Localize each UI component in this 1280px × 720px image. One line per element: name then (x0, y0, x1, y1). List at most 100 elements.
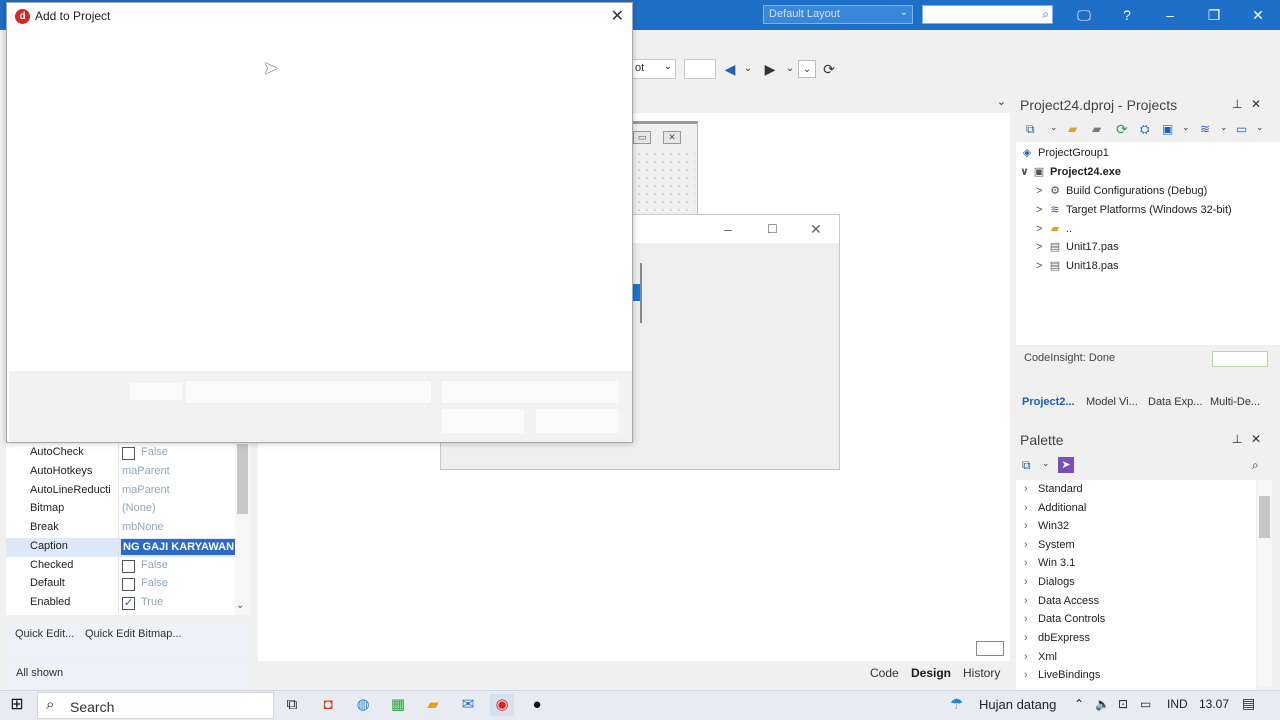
palette-item[interactable]: › Data Controls (1024, 613, 1105, 625)
maximize-icon[interactable]: ☐ (767, 222, 778, 236)
build-icon[interactable]: ⛭ (1140, 122, 1150, 137)
chevron-down-icon[interactable]: ⌄ (1042, 458, 1050, 469)
ide-search-input[interactable]: ⌕ (922, 5, 1053, 24)
tab-model-view[interactable]: Model Vi... (1086, 396, 1138, 408)
chevron-down-icon[interactable]: ⌄ (1050, 122, 1058, 133)
office-icon[interactable]: ◘ (316, 694, 340, 716)
tab-history[interactable]: History (955, 664, 1008, 684)
tree-item-target-platforms[interactable]: > ≋ Target Platforms (Windows 32-bit) (1036, 203, 1232, 216)
battery-icon[interactable]: ▭ (1140, 697, 1151, 711)
help-button[interactable]: ? (1105, 0, 1149, 30)
window-icon[interactable]: ▭ (1236, 122, 1247, 136)
close-icon[interactable]: ✕ (1251, 97, 1261, 111)
close-icon[interactable]: ✕ (810, 221, 822, 238)
chevron-right-icon[interactable]: > (1036, 204, 1048, 216)
palette-item[interactable]: › Win 3.1 (1024, 557, 1075, 569)
layers-icon[interactable]: ≋ (1200, 122, 1210, 136)
checkbox-icon[interactable] (122, 560, 135, 573)
close-icon[interactable]: ✕ (1251, 432, 1261, 446)
tree-item-build-configurations[interactable]: > ⚙ Build Configurations (Debug) (1036, 184, 1207, 197)
inspector-scroll-thumb[interactable] (237, 444, 248, 514)
tab-design[interactable]: Design (903, 664, 959, 684)
chevron-down-icon[interactable]: ⌄ (1256, 122, 1264, 133)
file-explorer-icon[interactable]: ▰ (421, 694, 445, 716)
layout-combo[interactable]: Default Layout ⌄ (763, 5, 913, 24)
tab-multi-device[interactable]: Multi-De... (1210, 396, 1260, 408)
chevron-down-icon[interactable]: ⌄ (1182, 122, 1190, 133)
search-icon[interactable]: ⌕ (1252, 458, 1259, 473)
palette-item[interactable]: › Win32 (1024, 520, 1069, 532)
tree-item-unit18[interactable]: > ▤ Unit18.pas (1036, 259, 1119, 272)
network-icon[interactable]: ⊡ (1118, 697, 1128, 711)
chevron-down-icon[interactable]: ⌄ (997, 95, 1006, 108)
tab-projects[interactable]: Project2... (1022, 396, 1075, 408)
property-row[interactable]: AutoLineReducti maParent (6, 482, 238, 501)
property-row[interactable]: Bitmap (None) (6, 500, 238, 519)
pin-icon[interactable]: ⊥ (1232, 432, 1242, 446)
chevron-down-icon[interactable]: ⌄ (1220, 122, 1228, 133)
restore-button[interactable]: ❐ (1192, 0, 1236, 30)
form-thumbnail-icon[interactable] (976, 641, 1004, 656)
chevron-right-icon[interactable]: > (1036, 260, 1048, 272)
sync-icon[interactable]: ⧉ (1026, 122, 1035, 137)
taskbar-search-input[interactable]: ⌕ Search (37, 692, 274, 719)
weather-text[interactable]: Hujan datang (979, 697, 1056, 712)
edge-browser-icon[interactable]: ◍ (351, 694, 375, 716)
palette-item[interactable]: › Additional (1024, 502, 1086, 514)
property-row[interactable]: Default False (6, 575, 238, 594)
minimize-button[interactable]: – (1148, 0, 1192, 30)
tab-code[interactable]: Code (862, 664, 907, 684)
speaker-icon[interactable]: 🔈 (1095, 697, 1110, 711)
cancel-button[interactable] (536, 409, 619, 433)
tree-item-projectgroup[interactable]: ◈ ProjectGroup1 (1020, 146, 1109, 159)
palette-item[interactable]: › LiveBindings (1024, 669, 1100, 681)
palette-item[interactable]: › Xml (1024, 651, 1057, 663)
chevron-right-icon[interactable]: > (1036, 241, 1048, 253)
file-type-select[interactable] (442, 381, 619, 403)
folder-icon[interactable]: ▰ (1092, 122, 1101, 136)
tab-data-explorer[interactable]: Data Exp... (1148, 396, 1202, 408)
property-row[interactable]: Checked False (6, 557, 238, 576)
desktop-layout-button[interactable]: 🖵 (1062, 0, 1106, 30)
checkbox-icon[interactable] (122, 578, 135, 591)
back-history-dropdown[interactable]: ⌄ (742, 60, 754, 78)
pin-icon[interactable]: ⊥ (1232, 97, 1242, 111)
chevron-down-icon[interactable]: ⌄ (236, 600, 244, 611)
palette-item[interactable]: › Standard (1024, 483, 1083, 495)
chevron-right-icon[interactable]: > (1036, 185, 1048, 197)
checkbox-icon[interactable] (122, 447, 135, 460)
palette-scroll-thumb[interactable] (1259, 496, 1270, 538)
quick-edit-bitmap-link[interactable]: Quick Edit Bitmap... (85, 628, 182, 640)
chevron-down-icon[interactable]: ∨ (1020, 165, 1032, 178)
dialog-close-button[interactable]: ✕ (611, 6, 624, 26)
file-name-input[interactable] (186, 381, 431, 403)
palette-item[interactable]: › System (1024, 539, 1075, 551)
caption-edit-field[interactable]: NG GAJI KARYAWAN (121, 539, 237, 555)
palette-item[interactable]: › Dialogs (1024, 576, 1075, 588)
notification-icon[interactable]: ▤ (1242, 695, 1255, 712)
chevron-right-icon[interactable]: > (1036, 223, 1048, 235)
clock-time[interactable]: 13.07 (1199, 697, 1229, 711)
chevron-up-icon[interactable]: ⌃ (1074, 697, 1084, 711)
back-button[interactable]: ◀ (720, 60, 740, 78)
open-button[interactable] (442, 409, 524, 433)
toolbar-options-dropdown[interactable]: ⌄ (798, 60, 816, 78)
checkmark-icon[interactable]: ✓ (122, 597, 135, 610)
property-row[interactable]: Break mbNone (6, 519, 238, 538)
language-indicator[interactable]: IND (1167, 697, 1188, 711)
pointer-icon[interactable]: ➤ (1058, 457, 1074, 473)
task-view-icon[interactable]: ⧉ (280, 694, 304, 716)
palette-item[interactable]: › dbExpress (1024, 632, 1090, 644)
weather-icon[interactable]: ☂ (950, 695, 963, 713)
obs-icon[interactable]: ● (525, 694, 549, 716)
view-icon[interactable]: ▣ (1162, 122, 1173, 136)
app-icon[interactable]: ▦ (386, 694, 410, 716)
forward-button[interactable]: ▶ (760, 60, 780, 78)
close-button[interactable]: ✕ (1236, 0, 1280, 30)
tree-item-parent-folder[interactable]: > ▰.. (1036, 222, 1072, 235)
delphi-taskbar-icon[interactable]: ◉ (490, 694, 514, 716)
toolbar-edit-box[interactable] (684, 59, 716, 79)
quick-edit-link[interactable]: Quick Edit... (15, 628, 74, 640)
form-preview-1[interactable]: ▭ ✕ (632, 121, 698, 215)
property-row-selected[interactable]: Caption NG GAJI KARYAWAN (6, 538, 238, 557)
